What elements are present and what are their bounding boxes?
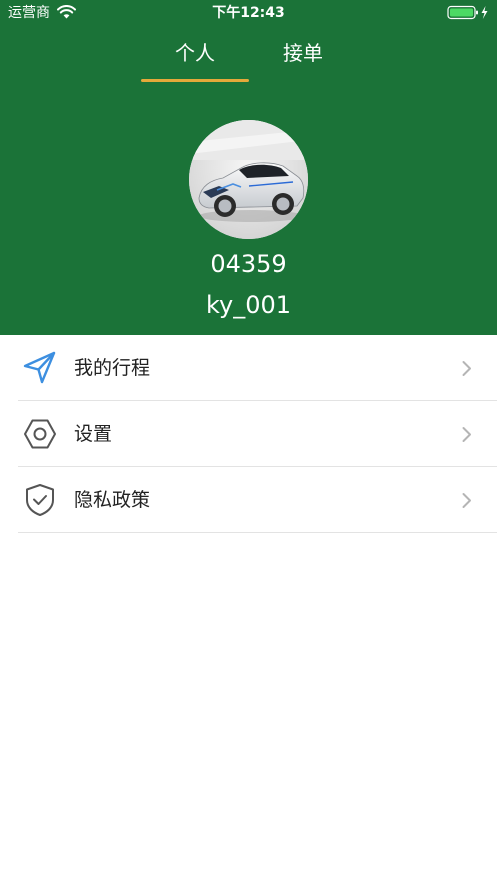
menu-item-privacy-policy[interactable]: 隐私政策 bbox=[0, 467, 497, 533]
tab-orders[interactable]: 接单 bbox=[254, 38, 352, 68]
charging-bolt-icon bbox=[481, 6, 488, 19]
shield-check-icon bbox=[26, 484, 54, 516]
menu-item-settings[interactable]: 设置 bbox=[0, 401, 497, 467]
profile-screen: 运营商 下午12:43 个人 接单 04359 ky_001 我的行程 设置 隐… bbox=[0, 0, 497, 883]
user-name: ky_001 bbox=[205, 291, 292, 319]
status-time: 下午12:43 bbox=[212, 5, 285, 21]
menu-label-privacy-policy: 隐私政策 bbox=[74, 489, 151, 511]
avatar[interactable] bbox=[189, 120, 308, 239]
profile-header: 运营商 下午12:43 个人 接单 04359 ky_001 bbox=[0, 0, 497, 335]
chevron-right-icon bbox=[462, 493, 471, 508]
send-arrow-icon bbox=[23, 351, 56, 384]
chevron-right-icon bbox=[462, 361, 471, 376]
status-bar: 运营商 下午12:43 bbox=[0, 0, 497, 26]
tab-personal[interactable]: 个人 bbox=[146, 38, 244, 68]
battery-icon bbox=[447, 5, 488, 20]
tab-indicator bbox=[141, 79, 249, 82]
car-avatar-image bbox=[189, 120, 308, 239]
hexagon-settings-icon bbox=[24, 419, 56, 449]
menu-label-my-trips: 我的行程 bbox=[74, 357, 151, 379]
menu-item-my-trips[interactable]: 我的行程 bbox=[0, 335, 497, 401]
user-code: 04359 bbox=[210, 250, 287, 278]
chevron-right-icon bbox=[462, 427, 471, 442]
menu-label-settings: 设置 bbox=[74, 423, 113, 445]
profile-menu: 我的行程 设置 隐私政策 bbox=[0, 335, 497, 533]
